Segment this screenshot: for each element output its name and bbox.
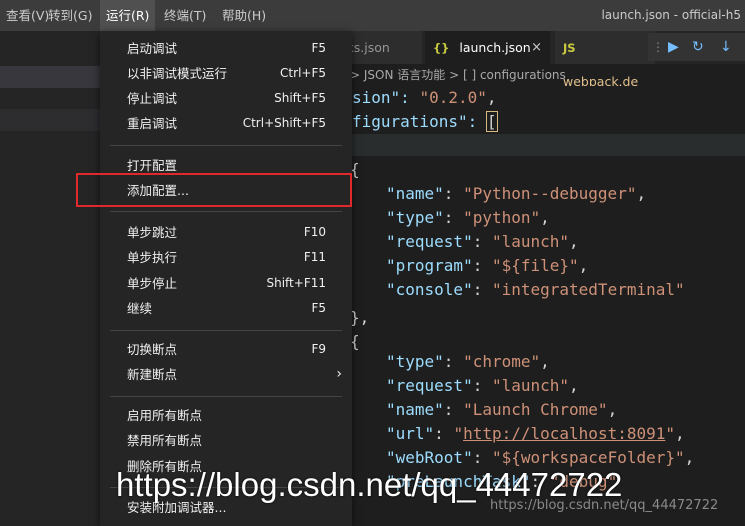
menu-item-stop-debugging[interactable]: 停止调试 Shift+F5 [100,86,352,111]
js-file-icon: JS [563,41,576,55]
code-line[interactable]: "request": "launch", [386,230,579,254]
json-file-icon: {} [433,41,450,55]
sidebar-row[interactable] [0,66,100,88]
code-line[interactable]: "request": "launch", [386,374,579,398]
code-line[interactable]: "program": "${file}", [386,254,588,278]
code-line[interactable]: "name": "Python--debugger", [386,182,646,206]
restart-icon[interactable]: ↻ [692,33,704,61]
continue-icon[interactable]: ▶ [668,33,679,61]
menu-run[interactable]: 运行(R) [100,0,156,31]
code-brace[interactable]: }, [350,306,369,330]
menu-goto[interactable]: 转到(G) [42,0,98,31]
current-line-highlight [352,134,745,156]
code-line[interactable]: sion": "0.2.0", [352,86,497,110]
tab-label: launch.json [459,40,531,55]
menu-item-toggle-breakpoint[interactable]: 切换断点 F9 [100,337,352,362]
watermark: https://blog.csdn.net/qq_44472722 [116,466,623,503]
menu-item-start-debugging[interactable]: 启动调试 F5 [100,36,352,61]
menu-separator [110,211,342,212]
code-line[interactable]: "url": "http://localhost:8091", [386,422,685,446]
drag-handle-icon[interactable]: ⋮ [652,33,664,61]
menu-terminal[interactable]: 终端(T) [158,0,212,31]
sidebar [0,31,100,526]
menu-item-enable-all-breakpoints[interactable]: 启用所有断点 [100,403,352,428]
code-line[interactable]: "console": "integratedTerminal" [386,278,685,302]
tab-launch-json[interactable]: {} launch.json × [425,31,550,64]
menu-item-disable-all-breakpoints[interactable]: 禁用所有断点 [100,428,352,453]
chevron-right-icon: › [336,366,342,382]
close-icon[interactable]: × [531,31,542,64]
code-line[interactable]: figurations": [ [352,110,498,134]
menu-item-continue[interactable]: 继续 F5 [100,296,352,321]
menu-separator [110,330,342,331]
menu-help[interactable]: 帮助(H) [216,0,272,31]
debug-toolbar: ⋮ ▶ ↻ ↓ [648,33,745,61]
code-line[interactable]: "type": "python", [386,206,550,230]
highlight-annotation-box [76,173,352,207]
menu-item-step-out[interactable]: 单步停止 Shift+F11 [100,271,352,296]
menu-item-step-into[interactable]: 单步执行 F11 [100,245,352,270]
menu-separator [110,396,342,397]
menu-bar: 查看(V) 转到(G) 运行(R) 终端(T) 帮助(H) launch.jso… [0,0,745,31]
url-link: http://localhost:8091 [463,424,666,443]
menu-item-run-without-debugging[interactable]: 以非调试模式运行 Ctrl+F5 [100,61,352,86]
menu-item-step-over[interactable]: 单步跳过 F10 [100,220,352,245]
menu-item-restart-debugging[interactable]: 重启调试 Ctrl+Shift+F5 [100,111,352,136]
code-line[interactable]: "type": "chrome", [386,350,550,374]
window-title: launch.json - official-h5 [601,8,741,22]
sidebar-row[interactable] [0,109,100,131]
run-menu-dropdown: 启动调试 F5 以非调试模式运行 Ctrl+F5 停止调试 Shift+F5 重启调试… [100,31,352,526]
breadcrumb[interactable]: > JSON 语言功能 > [ ] configurations [350,64,566,86]
step-into-icon[interactable]: ↓ [720,33,732,61]
menu-separator [110,145,342,146]
menu-item-new-breakpoint[interactable]: 新建断点 › [100,362,352,387]
tab-webpack-js[interactable]: JS webpack.de [555,31,655,89]
code-line[interactable]: "name": "Launch Chrome", [386,398,617,422]
